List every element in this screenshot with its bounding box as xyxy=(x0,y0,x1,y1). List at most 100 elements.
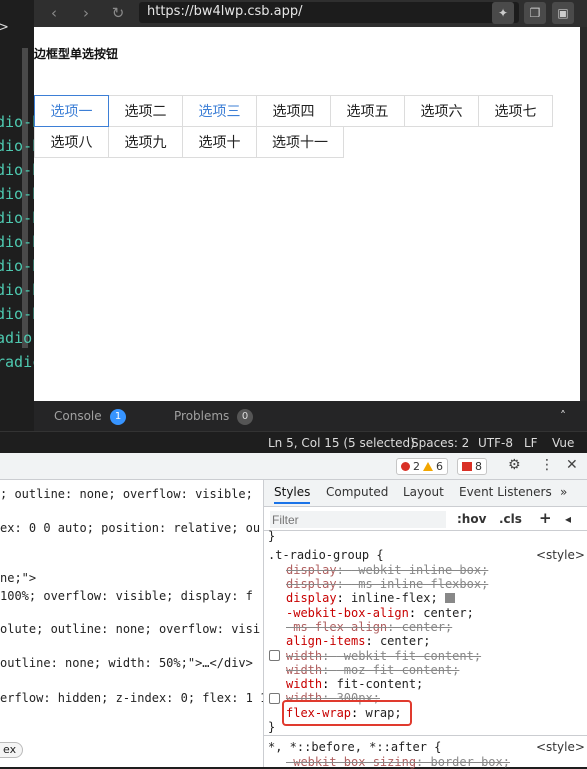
code-line: adio- xyxy=(0,329,34,347)
cls-toggle[interactable]: .cls xyxy=(499,512,522,526)
forward-icon[interactable]: › xyxy=(76,3,96,23)
issues-badge[interactable]: 8 xyxy=(457,458,487,475)
dom-line[interactable]: olute; outline: none; overflow: visi xyxy=(0,622,260,636)
tab-event-listeners[interactable]: Event Listeners xyxy=(459,485,552,499)
code-line: dio-b xyxy=(0,281,34,299)
tab-problems[interactable]: Problems xyxy=(174,409,229,423)
devtools-topbar: 2 6 8 ⚙ ⋮ ✕ xyxy=(0,453,587,480)
breadcrumb[interactable]: ex xyxy=(0,742,24,758)
css-declaration[interactable]: width: -webkit-fit-content; xyxy=(286,649,481,663)
flex-editor-icon[interactable] xyxy=(444,593,455,603)
dom-line[interactable]: ex: 0 0 auto; position: relative; ou xyxy=(0,521,260,535)
dom-line[interactable]: outline: none; width: 50%;">…</div> xyxy=(0,656,253,670)
css-declaration[interactable]: display: -ms-inline-flexbox; xyxy=(286,577,488,591)
code-line: dio-b xyxy=(0,305,34,323)
radio-option[interactable]: 选项一 xyxy=(34,95,109,127)
warning-icon xyxy=(423,462,433,471)
copy-icon[interactable]: ❐ xyxy=(524,2,546,24)
rule-selector[interactable]: *, *::before, *::after { xyxy=(268,740,441,754)
toggle-sidebar-icon[interactable]: ◂ xyxy=(565,512,571,526)
radio-option[interactable]: 选项九 xyxy=(108,126,183,158)
status-bar: Ln 5, Col 15 (5 selected) Spaces: 2 UTF-… xyxy=(0,431,587,453)
css-declaration[interactable]: -webkit-box-align: center; xyxy=(286,606,474,620)
rule-selector[interactable]: .t-radio-group { xyxy=(268,548,384,562)
dom-line[interactable]: erflow: hidden; z-index: 0; flex: 1 1 xyxy=(0,691,263,705)
css-declaration[interactable]: display: inline-flex; xyxy=(286,591,455,605)
indent-setting[interactable]: Spaces: 2 xyxy=(411,436,469,450)
issue-count: 8 xyxy=(475,460,482,473)
highlight-annotation xyxy=(282,700,412,726)
more-tabs-icon[interactable]: » xyxy=(560,485,567,499)
elements-dom-tree: ; outline: none; overflow: visible; ex: … xyxy=(0,480,263,767)
browser-toolbar: ‹ › ↻ https://bw4lwp.csb.app/ ✦ ❐ ▣ xyxy=(34,0,587,27)
radio-option[interactable]: 选项四 xyxy=(256,95,331,127)
url-bar[interactable]: https://bw4lwp.csb.app/ xyxy=(139,2,519,23)
url-text: https://bw4lwp.csb.app/ xyxy=(147,4,303,19)
error-count: 2 xyxy=(413,460,420,473)
code-line: dio-b xyxy=(0,209,34,227)
css-declaration[interactable]: width: -moz-fit-content; xyxy=(286,663,459,677)
dom-line[interactable]: ; outline: none; overflow: visible; xyxy=(0,487,253,501)
warning-count: 6 xyxy=(436,460,443,473)
css-declaration[interactable]: width: fit-content; xyxy=(286,677,423,691)
back-icon[interactable]: ‹ xyxy=(44,3,64,23)
code-line: dio-b xyxy=(0,185,34,203)
cursor-position[interactable]: Ln 5, Col 15 (5 selected) xyxy=(268,436,415,450)
browser-viewport: 边框型单选按钮 选项一 选项二 选项三 选项四 选项五 选项六 选项七 选项八 … xyxy=(34,27,580,401)
console-tabs: Console 1 Problems 0 ˄ xyxy=(34,401,587,431)
console-count-badge: 1 xyxy=(110,409,126,425)
radio-option[interactable]: 选项二 xyxy=(108,95,183,127)
radio-option[interactable]: 选项十一 xyxy=(256,126,344,158)
radio-option[interactable]: 选项六 xyxy=(404,95,479,127)
declaration-checkbox[interactable] xyxy=(269,693,280,704)
language-mode[interactable]: Vue xyxy=(552,436,574,450)
filter-row: :hov .cls + ◂ xyxy=(264,507,587,531)
error-icon xyxy=(401,462,410,471)
filter-input[interactable] xyxy=(270,511,446,528)
close-icon[interactable]: ✕ xyxy=(566,457,578,473)
tab-computed[interactable]: Computed xyxy=(326,485,388,499)
reload-icon[interactable]: ↻ xyxy=(108,3,128,23)
radio-option[interactable]: 选项五 xyxy=(330,95,405,127)
page-title: 边框型单选按钮 xyxy=(34,47,119,61)
issues-counter[interactable]: 2 6 xyxy=(396,458,448,475)
rule-brace: } xyxy=(268,529,276,543)
rule-source-link[interactable]: <style> xyxy=(536,548,585,562)
encoding[interactable]: UTF-8 xyxy=(478,436,513,450)
code-line: radic xyxy=(0,353,34,371)
fold-arrow-icon[interactable]: > xyxy=(0,20,9,35)
open-window-icon[interactable]: ▣ xyxy=(552,2,574,24)
hov-toggle[interactable]: :hov xyxy=(457,512,486,526)
problems-count-badge: 0 xyxy=(237,409,253,425)
styles-tabbar: Styles Computed Layout Event Listeners » xyxy=(264,480,587,507)
issue-icon xyxy=(462,462,472,471)
more-vertical-icon[interactable]: ⋮ xyxy=(540,457,554,473)
radio-option[interactable]: 选项八 xyxy=(34,126,109,158)
radio-option[interactable]: 选项三 xyxy=(182,95,257,127)
editor-strip: > dio-b dio-b dio-b dio-b dio-b dio-b di… xyxy=(0,0,34,400)
css-declaration[interactable]: align-items: center; xyxy=(286,634,431,648)
add-rule-icon[interactable]: + xyxy=(539,509,552,527)
chevron-up-icon[interactable]: ˄ xyxy=(560,409,566,423)
dom-line[interactable]: ne;"> xyxy=(0,571,36,585)
gear-icon[interactable]: ⚙ xyxy=(508,457,521,473)
tab-layout[interactable]: Layout xyxy=(403,485,444,499)
viewport-edge xyxy=(580,27,587,401)
extensions-icon[interactable]: ✦ xyxy=(492,2,514,24)
dom-line[interactable]: 100%; overflow: visible; display: f xyxy=(0,589,253,603)
css-declaration[interactable]: display: -webkit-inline-box; xyxy=(286,563,488,577)
radio-option[interactable]: 选项七 xyxy=(478,95,553,127)
code-line: dio-b xyxy=(0,113,34,131)
rule-brace: } xyxy=(268,720,276,734)
line-ending[interactable]: LF xyxy=(524,436,538,450)
rule-source-link[interactable]: <style> xyxy=(536,740,585,754)
css-declaration[interactable]: -ms-flex-align: center; xyxy=(286,620,452,634)
code-line: dio-b xyxy=(0,137,34,155)
tab-styles[interactable]: Styles xyxy=(274,485,311,504)
declaration-checkbox[interactable] xyxy=(269,650,280,661)
code-line: dio-b xyxy=(0,161,34,179)
radio-option[interactable]: 选项十 xyxy=(182,126,257,158)
code-line: dio-b xyxy=(0,233,34,251)
rule-divider xyxy=(264,735,587,736)
tab-console[interactable]: Console xyxy=(54,409,102,423)
